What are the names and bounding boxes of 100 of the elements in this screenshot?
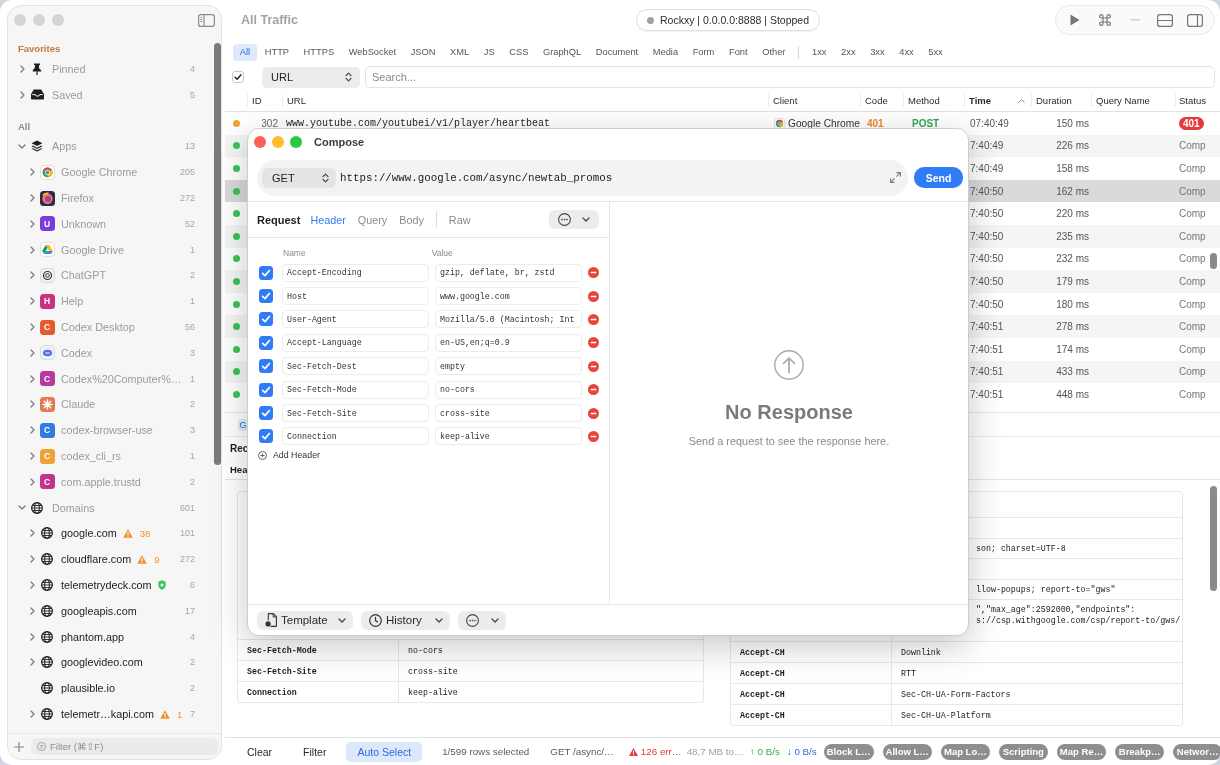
filter-tab[interactable]: HTTPS [296, 44, 341, 61]
checkbox[interactable] [259, 406, 273, 421]
scrollbar-thumb[interactable] [214, 43, 221, 465]
chevron-right-icon[interactable] [29, 581, 35, 590]
checkbox[interactable] [232, 71, 244, 83]
column-header[interactable]: Query Name [1091, 94, 1175, 107]
chevron-right-icon[interactable] [29, 374, 35, 383]
chevron-right-icon[interactable] [29, 219, 35, 228]
remove-icon[interactable] [588, 290, 599, 302]
checkbox[interactable] [259, 312, 273, 327]
checkbox[interactable] [259, 289, 273, 304]
filter-tab[interactable]: HTTP [257, 44, 296, 61]
chevron-right-icon[interactable] [29, 400, 35, 409]
chevron-right-icon[interactable] [29, 710, 35, 718]
sidebar-icon[interactable] [1187, 13, 1203, 27]
column-header[interactable]: Code [860, 94, 903, 107]
more-menu-button[interactable] [549, 210, 599, 229]
status-bar-button[interactable]: Clear [236, 741, 284, 762]
sidebar-item[interactable]: plausible.io [61, 682, 116, 695]
checkbox[interactable] [259, 359, 273, 374]
filter-tab[interactable]: XML [443, 44, 476, 61]
chevron-right-icon[interactable] [29, 658, 35, 667]
column-header[interactable]: ID [247, 94, 282, 107]
header-name-field[interactable]: Sec-Fetch-Mode [282, 380, 429, 399]
chevron-down-icon[interactable] [18, 505, 26, 511]
add-header-button[interactable]: Add Header [258, 448, 320, 463]
chevron-down-icon[interactable] [18, 144, 26, 149]
chevron-right-icon[interactable] [29, 632, 35, 641]
chevron-right-icon[interactable] [19, 90, 25, 99]
filter-tab[interactable]: CSS [502, 44, 536, 61]
remove-icon[interactable] [588, 313, 599, 325]
column-header[interactable]: Duration [1031, 94, 1091, 107]
header-value-field[interactable]: empty [435, 357, 582, 376]
chevron-right-icon[interactable] [29, 452, 35, 461]
sidebar-item[interactable]: telemetrydeck.com [61, 579, 152, 592]
add-icon[interactable] [14, 741, 24, 752]
checkbox[interactable] [259, 382, 273, 397]
column-header[interactable]: Method [903, 94, 964, 107]
sidebar-item[interactable]: googleapis.com [61, 604, 137, 617]
filter-tab[interactable]: Other [755, 44, 793, 61]
chevron-right-icon[interactable] [29, 168, 35, 177]
zoom-icon[interactable] [290, 135, 302, 148]
filter-tab[interactable]: JSON [403, 44, 443, 61]
sidebar-item[interactable]: google.com [61, 527, 117, 540]
sidebar-item[interactable]: telemetr…kapi.com [61, 708, 154, 720]
tab[interactable]: Hea [230, 463, 248, 475]
chevron-right-icon[interactable] [29, 348, 35, 357]
remove-icon[interactable] [588, 430, 599, 442]
tab[interactable]: Raw [442, 213, 477, 226]
filter-tab[interactable]: Document [589, 44, 645, 61]
method-dropdown[interactable]: GET [262, 167, 336, 188]
remove-icon[interactable] [588, 337, 599, 349]
header-value-field[interactable]: keep-alive [435, 427, 582, 446]
split-view-icon[interactable] [1157, 13, 1173, 27]
chevron-right-icon[interactable] [29, 529, 35, 538]
remove-icon[interactable] [588, 267, 599, 279]
filter-tab[interactable]: Font [722, 44, 755, 61]
checkbox[interactable] [259, 265, 273, 280]
filter-tab[interactable]: 2xx [834, 44, 863, 61]
send-button[interactable]: Send [914, 167, 963, 188]
filter-tab[interactable]: 4xx [892, 44, 921, 61]
chevron-right-icon[interactable] [29, 323, 35, 332]
filter-tab[interactable]: Media [645, 44, 685, 61]
chevron-right-icon[interactable] [19, 64, 25, 73]
checkbox[interactable] [259, 429, 273, 444]
chevron-right-icon[interactable] [29, 426, 35, 435]
filter-tab[interactable]: All [233, 44, 257, 61]
url-field[interactable]: https://www.google.com/async/newtab_promos [340, 171, 613, 184]
filter-tab[interactable]: GraphQL [536, 44, 588, 61]
filter-tab[interactable]: Form [685, 44, 722, 61]
header-value-field[interactable]: Mozilla/5.0 (Macintosh; Int [435, 310, 582, 329]
chevron-right-icon[interactable] [29, 245, 35, 254]
remove-icon[interactable] [588, 407, 599, 419]
chevron-right-icon[interactable] [29, 555, 35, 564]
tab[interactable]: Header [304, 213, 352, 226]
chevron-right-icon[interactable] [29, 271, 35, 280]
filter-tab[interactable]: JS [476, 44, 502, 61]
tab[interactable]: Body [393, 213, 430, 226]
column-header[interactable]: Status [1175, 94, 1210, 107]
chevron-right-icon[interactable] [29, 477, 35, 486]
sidebar-item[interactable]: cloudflare.com [61, 553, 132, 566]
status-bar-button[interactable]: Filter [292, 741, 338, 762]
play-icon[interactable] [1070, 14, 1080, 26]
filter-tab[interactable]: WebSocket [341, 44, 403, 61]
header-value-field[interactable]: en-US,en;q=0.9 [435, 333, 582, 352]
filter-field[interactable]: Filter (⌘⇧F) [31, 738, 218, 755]
expand-icon[interactable] [890, 172, 901, 183]
field-dropdown[interactable]: URL [262, 66, 360, 88]
header-value-field[interactable]: www.google.com [435, 287, 582, 306]
sidebar-item[interactable]: googlevideo.com [61, 656, 143, 669]
search-field[interactable]: Search... [365, 66, 1215, 88]
header-name-field[interactable]: Connection [282, 427, 429, 446]
command-icon[interactable] [1098, 13, 1112, 27]
chevron-right-icon[interactable] [29, 194, 35, 203]
header-name-field[interactable]: Sec-Fetch-Dest [282, 357, 429, 376]
header-name-field[interactable]: User-Agent [282, 310, 429, 329]
status-bar-button[interactable]: Auto Select [346, 741, 423, 762]
header-value-field[interactable]: gzip, deflate, br, zstd [435, 263, 582, 282]
header-value-field[interactable]: cross-site [435, 404, 582, 423]
chevron-right-icon[interactable] [29, 606, 35, 615]
